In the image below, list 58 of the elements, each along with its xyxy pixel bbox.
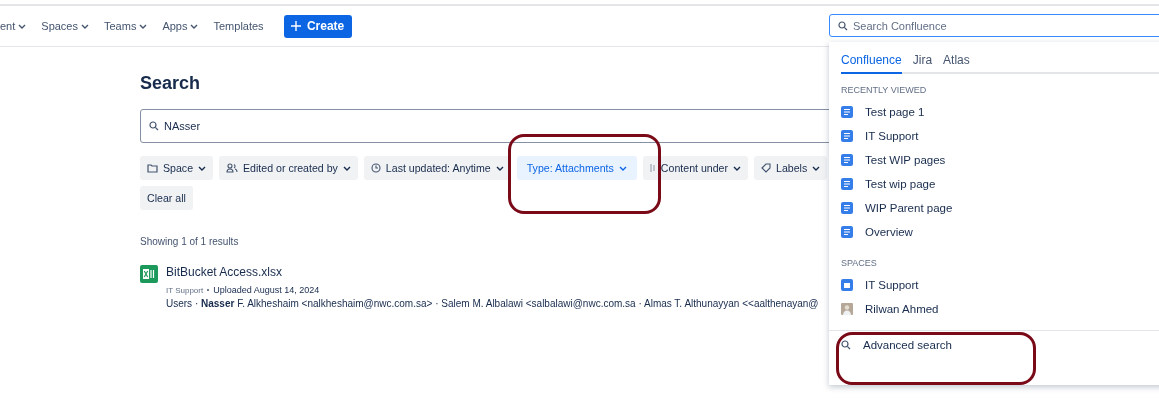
page-item[interactable]: WIP Parent page	[829, 196, 1159, 220]
page-item[interactable]: Test wip page	[829, 172, 1159, 196]
tab[interactable]: Jira	[912, 53, 933, 74]
page-icon	[841, 178, 853, 190]
page-title: Search	[140, 73, 201, 94]
chevron-down-icon	[342, 165, 351, 171]
tag-icon	[761, 163, 771, 173]
chevron-down-icon	[139, 23, 148, 29]
chevron-down-icon	[81, 23, 89, 29]
nav-menu-item[interactable]: Spaces	[41, 20, 89, 32]
chevron-down-icon	[18, 23, 27, 29]
result-title[interactable]: BitBucket Access.xlsx	[166, 265, 819, 279]
page-icon	[841, 130, 853, 142]
page-icon	[841, 106, 853, 118]
spreadsheet-icon	[140, 265, 158, 283]
avatar-icon	[841, 303, 853, 315]
chevron-down-icon	[733, 165, 741, 171]
space-item[interactable]: IT Support	[829, 273, 1159, 297]
page-item[interactable]: Test WIP pages	[829, 148, 1159, 172]
chevron-down-icon	[812, 165, 821, 171]
space-icon	[841, 279, 853, 291]
folder-icon	[147, 163, 158, 173]
results-count: Showing 1 of 1 results	[140, 236, 240, 247]
search-field[interactable]: Search Confluence	[829, 14, 1159, 37]
plus-icon	[290, 21, 301, 31]
clear-all-button[interactable]: Clear all	[140, 186, 193, 210]
chevron-down-icon	[618, 165, 627, 171]
page-icon	[649, 163, 656, 173]
nav-menu-item[interactable]: ent	[0, 20, 27, 32]
page-item[interactable]: Overview	[829, 220, 1159, 244]
result-excerpt: Users · Nasser F. Alkheshaim <nalkheshaim@nwc.com.sa> · Salem M. Albalawi <salbalawi@nwc.com.sa · Almas T. Althunayyan <<aalthenayan@	[166, 298, 819, 309]
page-icon	[841, 226, 853, 238]
nav-menu-item[interactable]: Teams	[104, 20, 148, 32]
chevron-down-icon	[198, 165, 207, 171]
page-icon	[841, 154, 853, 166]
filter-button[interactable]: Content under	[642, 156, 748, 180]
filter-button[interactable]: Space	[140, 156, 214, 180]
page-icon	[841, 202, 853, 214]
nav-menu-item[interactable]: Templates	[213, 20, 264, 32]
filter-button[interactable]: Labels	[754, 156, 828, 180]
filter-button[interactable]: Edited or created by	[219, 156, 358, 180]
tab[interactable]: Atlas	[943, 53, 970, 74]
person-item[interactable]: Rilwan Ahmed	[829, 297, 1159, 321]
chevron-down-icon	[190, 23, 199, 29]
result-date: Uploaded August 14, 2024	[213, 285, 320, 295]
clock-icon	[370, 163, 381, 173]
result-space[interactable]: IT Support	[166, 285, 204, 295]
filter-button[interactable]: Type: Attachments	[516, 156, 637, 180]
filter-button[interactable]: Last updated: Anytime	[363, 156, 511, 180]
section-heading: RECENTLY VIEWED	[841, 85, 928, 95]
advanced-search-item[interactable]: Advanced search	[829, 333, 1159, 357]
tab[interactable]: Confluence	[841, 53, 902, 74]
nav-menu-item[interactable]: Apps	[162, 20, 199, 32]
search-icon	[841, 340, 851, 350]
create-button[interactable]: Create	[283, 14, 352, 38]
people-icon	[226, 163, 239, 173]
section-heading: SPACES	[841, 258, 878, 268]
chevron-down-icon	[495, 165, 504, 171]
